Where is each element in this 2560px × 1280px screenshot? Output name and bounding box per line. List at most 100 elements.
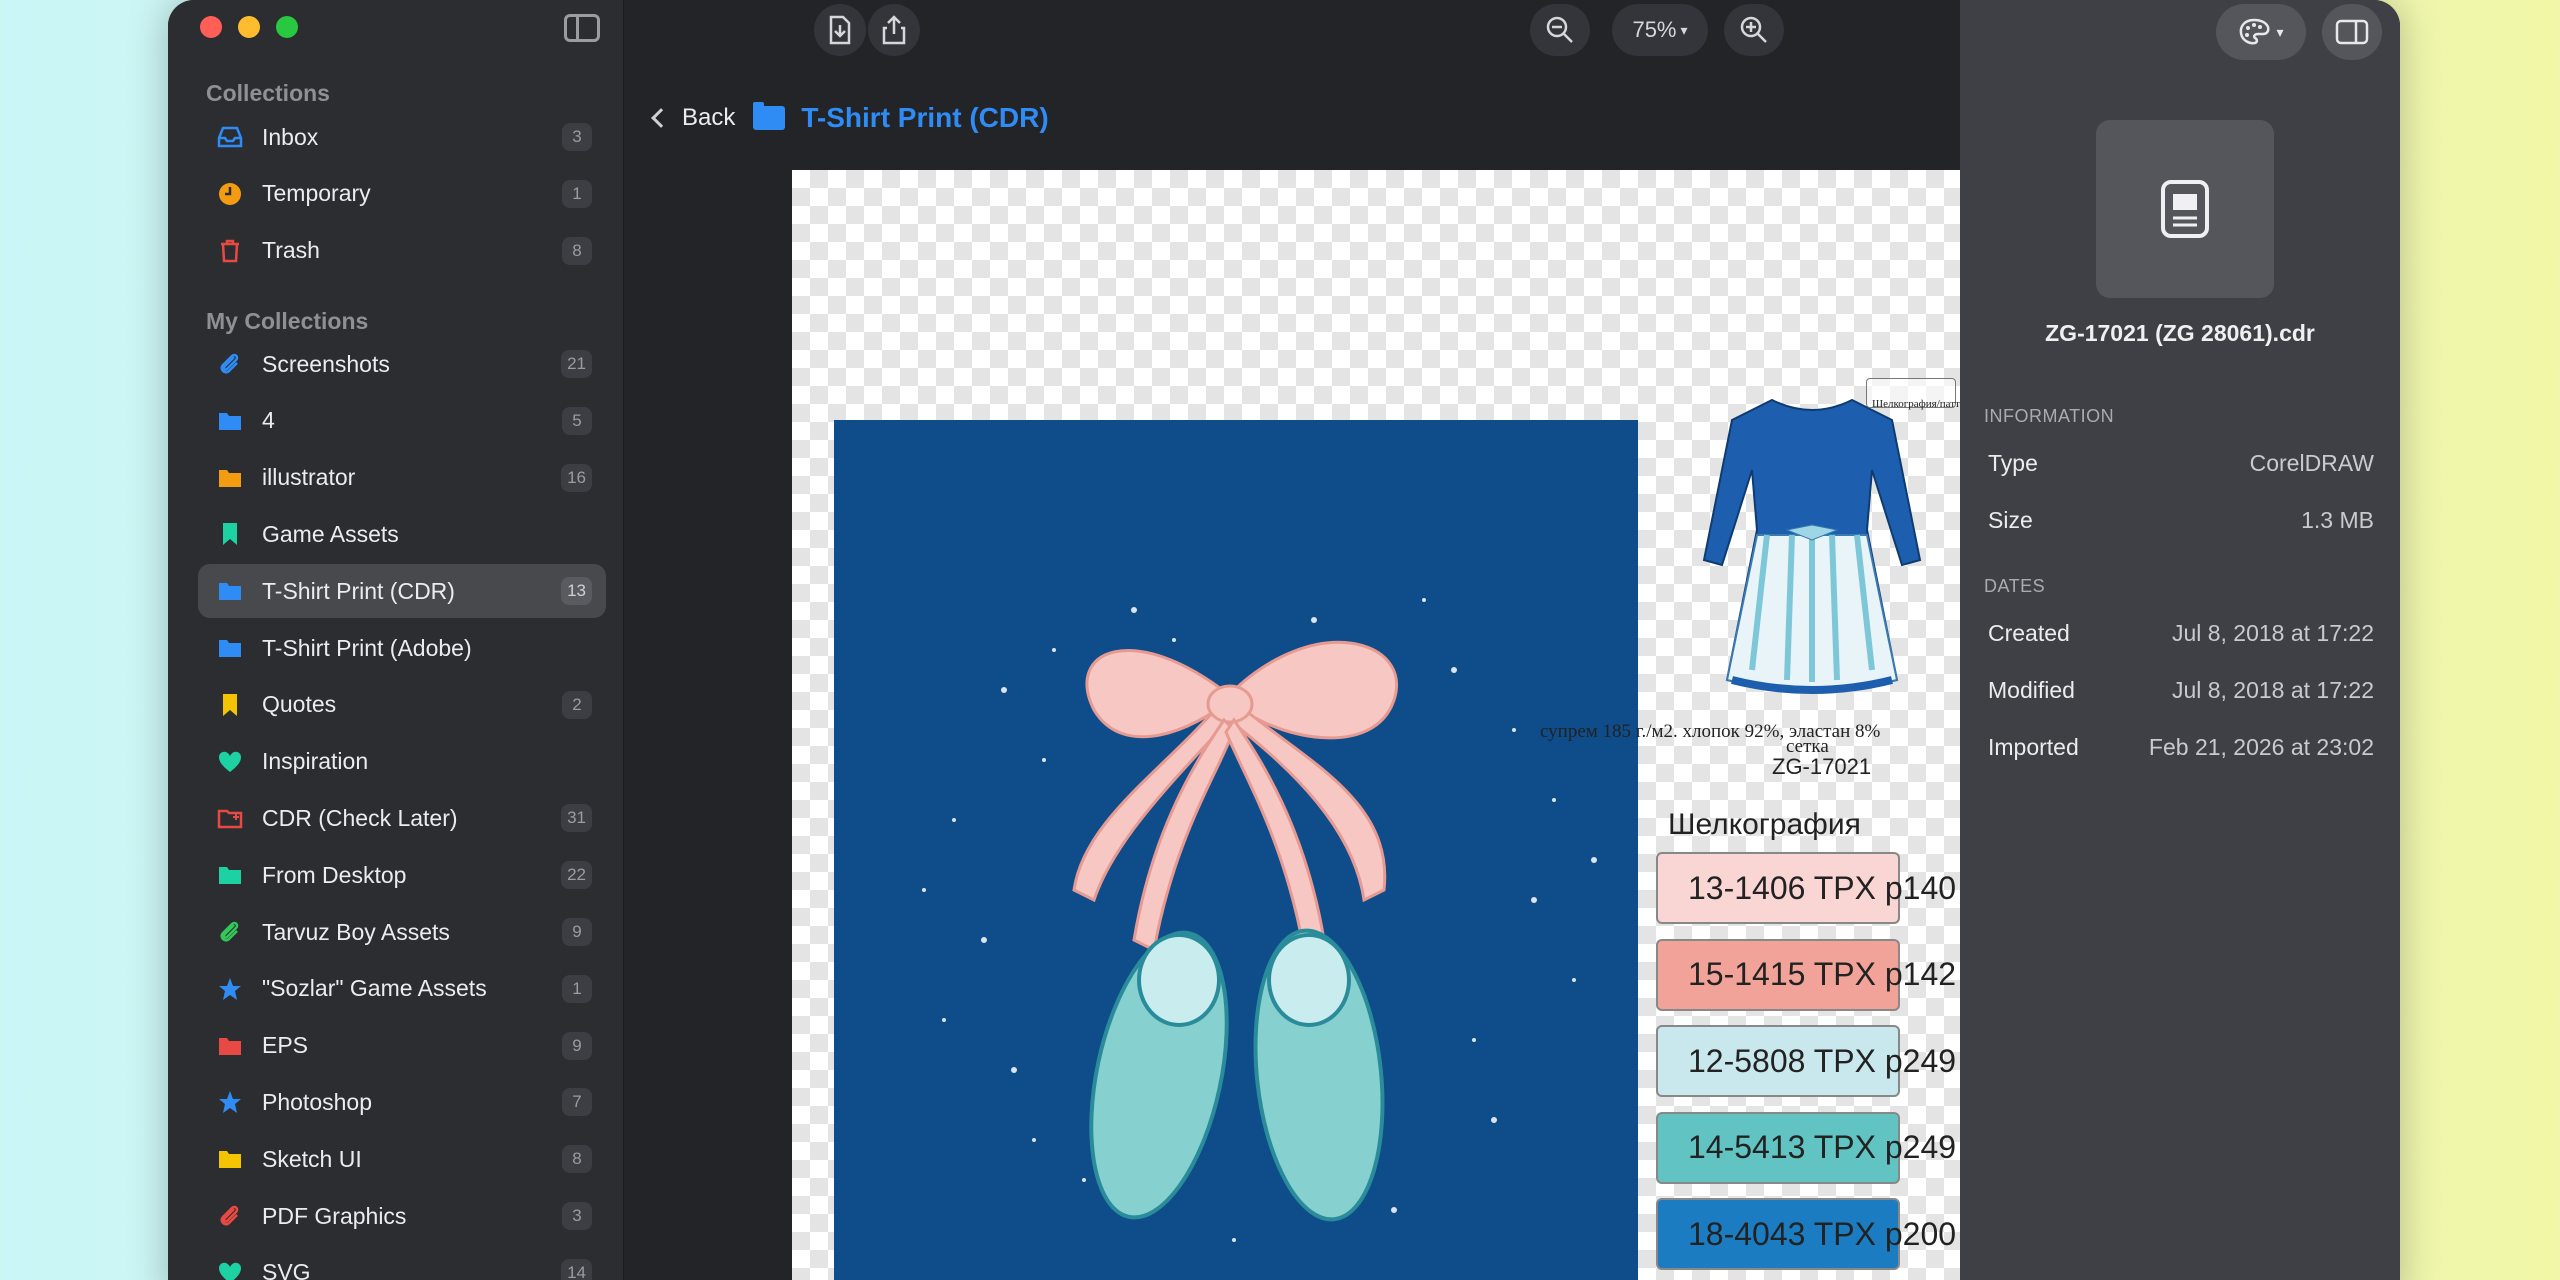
created-row: Created Jul 8, 2018 at 17:22 [1988, 620, 2374, 647]
color-swatch: 12-5808 TPX p249 [1656, 1025, 1956, 1097]
item-count-badge: 3 [562, 123, 592, 151]
item-count-badge: 16 [561, 463, 592, 492]
folder-icon [216, 577, 244, 605]
modified-label: Modified [1988, 677, 2075, 703]
sidebar-item[interactable]: CDR (Check Later) 31 [198, 791, 606, 845]
download-doc-icon [829, 15, 851, 45]
close-window-button[interactable] [200, 16, 222, 38]
folder-icon [216, 407, 244, 435]
sidebar-item-label: T-Shirt Print (Adobe) [262, 634, 472, 661]
my-collections-heading: My Collections [206, 308, 369, 334]
folder-icon [753, 102, 786, 130]
item-count-badge: 5 [562, 406, 592, 435]
item-count-badge: 1 [562, 974, 592, 1003]
folder-icon [216, 1145, 244, 1173]
document-preview[interactable]: Шелкография/паттерстразы (8 шт) супрем 1… [792, 170, 2126, 1280]
imported-label: Imported [1988, 734, 2079, 760]
item-count-badge: 1 [562, 179, 592, 208]
model-code: ZG-17021 [1772, 754, 1872, 779]
sidebar-item-label: Inbox [262, 123, 319, 150]
paperclip-icon [216, 350, 244, 378]
sidebar-item[interactable]: "Sozlar" Game Assets 1 [198, 962, 606, 1016]
sidebar-item-label: Quotes [262, 691, 337, 718]
sidebar-item-label: Photoshop [262, 1088, 372, 1115]
import-button[interactable] [814, 4, 866, 56]
sidebar-item[interactable]: Photoshop 7 [198, 1075, 606, 1129]
information-heading: INFORMATION [1984, 406, 2115, 426]
chevron-left-icon[interactable] [651, 108, 671, 128]
dress-sketch [1702, 398, 1922, 694]
dates-heading: DATES [1984, 576, 2046, 596]
sidebar-item[interactable]: SVG 14 [198, 1246, 606, 1280]
item-count-badge: 9 [562, 918, 592, 946]
inspector-toggle-button[interactable] [2322, 4, 2382, 60]
sidebar-item-label: Temporary [262, 180, 371, 207]
sidebar-item[interactable]: T-Shirt Print (Adobe) [198, 621, 606, 675]
color-swatch: 13-1406 TPX p140 [1656, 852, 1956, 924]
zoom-in-icon [1740, 16, 1767, 43]
folder-icon [216, 634, 244, 662]
sidebar-item[interactable]: PDF Graphics 3 [198, 1189, 606, 1243]
collections-heading: Collections [206, 80, 330, 106]
sidebar-item[interactable]: Trash 8 [198, 224, 606, 278]
zoom-in-button[interactable] [1724, 4, 1784, 56]
sidebar-toggle-icon[interactable] [564, 14, 600, 42]
heart-icon [216, 748, 244, 776]
window-controls [200, 16, 298, 38]
sidebar-item[interactable]: illustrator 16 [198, 451, 606, 505]
sidebar-item[interactable]: From Desktop 22 [198, 848, 606, 902]
back-button[interactable]: Back [682, 104, 735, 132]
sidebar-item-label: Tarvuz Boy Assets [262, 918, 450, 945]
size-value: 1.3 MB [2301, 507, 2374, 533]
sidebar-item[interactable]: Game Assets [198, 507, 606, 561]
sidebar-item-label: Inspiration [262, 748, 369, 775]
item-count-badge: 9 [562, 1031, 592, 1060]
minimize-window-button[interactable] [238, 16, 260, 38]
zoom-window-button[interactable] [276, 16, 298, 38]
sidebar-item[interactable]: Screenshots 21 [198, 337, 606, 391]
sidebar-item[interactable]: T-Shirt Print (CDR) 13 [198, 564, 606, 619]
zoom-out-icon [1546, 16, 1573, 43]
sidebar-item[interactable]: Quotes 2 [198, 678, 606, 732]
item-count-badge: 21 [561, 350, 592, 378]
paperclip-icon [216, 1202, 244, 1230]
item-count-badge: 14 [561, 1258, 592, 1280]
share-button[interactable] [868, 4, 920, 56]
chevron-down-icon: ▾ [1680, 21, 1688, 38]
sidebar-item-label: PDF Graphics [262, 1202, 407, 1229]
item-count-badge: 13 [561, 577, 592, 606]
sidebar-item-label: T-Shirt Print (CDR) [262, 577, 455, 604]
bookmark-icon [216, 691, 244, 719]
share-icon [882, 15, 906, 45]
sidebar-item[interactable]: Inspiration [198, 735, 606, 789]
color-swatch: 15-1415 TPX p142 [1656, 938, 1956, 1011]
palette-button[interactable]: ▾ [2216, 4, 2306, 60]
zoom-level-dropdown[interactable]: 75% ▾ [1612, 4, 1708, 56]
sidebar-item[interactable]: Temporary 1 [198, 167, 606, 221]
sidebar-item[interactable]: EPS 9 [198, 1019, 606, 1073]
chevron-down-icon: ▾ [2276, 23, 2284, 40]
star-icon [216, 975, 244, 1003]
item-count-badge: 7 [562, 1088, 592, 1117]
modified-row: Modified Jul 8, 2018 at 17:22 [1988, 677, 2374, 704]
modified-value: Jul 8, 2018 at 17:22 [2171, 677, 2374, 703]
sidebar-item[interactable]: Tarvuz Boy Assets 9 [198, 905, 606, 959]
folder-icon [216, 1032, 244, 1060]
inbox-icon [216, 123, 244, 151]
imported-value: Feb 21, 2026 at 23:02 [2148, 734, 2374, 760]
item-count-badge: 31 [561, 804, 592, 833]
sidebar-item[interactable]: Inbox 3 [198, 110, 606, 164]
sidebar-item-label: CDR (Check Later) [262, 804, 458, 831]
zoom-out-button[interactable] [1530, 4, 1590, 56]
folder-icon [216, 861, 244, 889]
color-swatch: 14-5413 TPX p249 [1656, 1111, 1956, 1184]
created-label: Created [1988, 620, 2070, 646]
sidebar-item[interactable]: Sketch UI 8 [198, 1132, 606, 1186]
star-icon [216, 1088, 244, 1116]
sidebar-item[interactable]: 45 [198, 394, 606, 448]
sidebar-item-label: 4 [262, 407, 275, 434]
imported-row: Imported Feb 21, 2026 at 23:02 [1988, 734, 2374, 761]
sidebar-item-label: EPS [262, 1032, 309, 1059]
sidebar-right-icon [2335, 19, 2369, 45]
file-thumbnail [2096, 120, 2274, 298]
